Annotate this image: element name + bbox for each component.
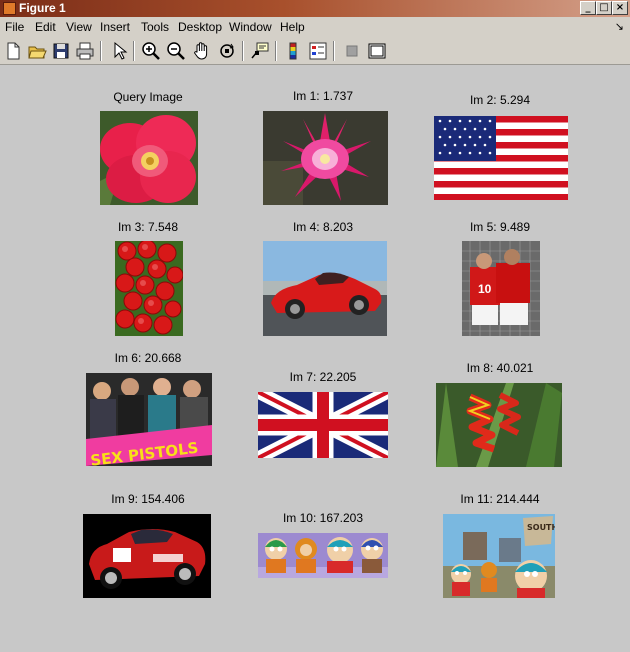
zoom-in-button[interactable] [140, 40, 162, 62]
caption-im10: Im 10: 167.203 [282, 511, 364, 525]
menu-desktop[interactable]: Desktop [178, 20, 222, 34]
menu-insert[interactable]: Insert [100, 20, 130, 34]
figure-canvas: Query Image Im 1: 1.737 Im 2: 5.294 Im 3… [0, 65, 630, 652]
im4-red-sports-car [263, 241, 387, 336]
data-cursor-button[interactable] [249, 40, 271, 62]
save-figure-button[interactable] [50, 40, 72, 62]
window-title-bar[interactable]: Figure 1 _ □ × [0, 0, 630, 17]
caption-im3: Im 3: 7.548 [117, 220, 179, 234]
printer-icon [76, 42, 94, 60]
im7-uk-flag [258, 392, 388, 458]
rotate-3d-button[interactable] [216, 40, 238, 62]
data-cursor-icon [251, 42, 269, 59]
caption-im8: Im 8: 40.021 [466, 361, 534, 375]
open-file-button[interactable] [26, 40, 48, 62]
menu-edit[interactable]: Edit [35, 20, 56, 34]
maximize-button[interactable]: □ [596, 1, 612, 15]
im2-us-flag [434, 116, 568, 200]
query-image-red-flower [100, 111, 198, 205]
toolbar-separator [275, 41, 277, 61]
pan-button[interactable] [191, 40, 213, 62]
minimize-button[interactable]: _ [580, 1, 596, 15]
caption-im4: Im 4: 8.203 [292, 220, 354, 234]
edit-plot-button[interactable] [108, 40, 130, 62]
im5-football-players: 10 [462, 241, 540, 336]
caption-im11: Im 11: 214.444 [460, 492, 540, 506]
im8-heliconia-plant [436, 383, 562, 467]
hide-plot-tools-button[interactable] [341, 40, 363, 62]
insert-colorbar-button[interactable] [282, 40, 304, 62]
caption-im2: Im 2: 5.294 [469, 93, 531, 107]
matlab-figure-icon [3, 2, 16, 15]
im1-pink-cactus-flower [263, 111, 388, 205]
close-button[interactable]: × [612, 1, 628, 15]
toolbar-separator [242, 41, 244, 61]
dock-arrow-icon[interactable]: ↘ [615, 20, 624, 33]
menu-bar: File Edit View Insert Tools Desktop Wind… [0, 17, 630, 37]
menu-help[interactable]: Help [280, 20, 305, 34]
caption-im7: Im 7: 22.205 [289, 370, 357, 384]
print-figure-button[interactable] [74, 40, 96, 62]
im9-rally-car [83, 514, 211, 598]
caption-im5: Im 5: 9.489 [469, 220, 531, 234]
insert-legend-button[interactable] [307, 40, 329, 62]
menu-tools[interactable]: Tools [141, 20, 169, 34]
rotate-3d-icon [220, 43, 234, 58]
menu-window[interactable]: Window [229, 20, 272, 34]
toolbar-separator [100, 41, 102, 61]
show-plot-tools-button[interactable] [366, 40, 388, 62]
figure-toolbar [0, 37, 630, 65]
hide-plot-tools-icon [346, 45, 358, 57]
im3-red-berries [115, 241, 183, 336]
im11-south-park-poster: SOUTH PARK [443, 514, 555, 598]
caption-im1: Im 1: 1.737 [292, 89, 354, 103]
svg-text:10: 10 [478, 282, 492, 296]
menu-view[interactable]: View [66, 20, 92, 34]
floppy-disk-icon [53, 43, 69, 59]
zoom-out-button[interactable] [165, 40, 187, 62]
new-figure-button[interactable] [2, 40, 24, 62]
legend-icon [309, 42, 327, 60]
im6-sex-pistols-photo: SEX PISTOLS [86, 373, 212, 466]
im10-south-park-characters [258, 533, 388, 578]
hand-icon [194, 42, 208, 60]
arrow-pointer-icon [114, 41, 128, 60]
caption-im6: Im 6: 20.668 [114, 351, 182, 365]
sign-text: SOUTH PARK [527, 523, 555, 532]
zoom-in-icon [142, 42, 160, 60]
window-title: Figure 1 [19, 1, 66, 15]
show-plot-tools-icon [368, 43, 386, 59]
menu-file[interactable]: File [5, 20, 24, 34]
caption-im9: Im 9: 154.406 [111, 492, 185, 506]
toolbar-separator [133, 41, 135, 61]
caption-query-image: Query Image [113, 90, 183, 104]
folder-open-icon [28, 46, 47, 59]
zoom-out-icon [167, 42, 185, 60]
colorbar-icon [289, 42, 297, 60]
toolbar-separator [333, 41, 335, 61]
new-document-icon [7, 42, 20, 60]
